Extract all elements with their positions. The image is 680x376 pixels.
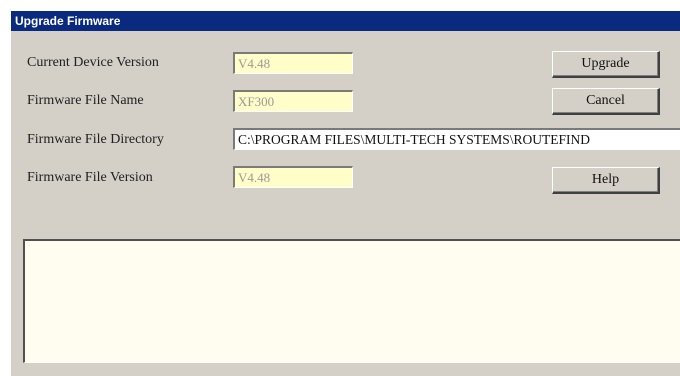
- status-log-box: [23, 239, 680, 363]
- firmware-file-directory-field[interactable]: C:\PROGRAM FILES\MULTI-TECH SYSTEMS\ROUT…: [233, 128, 680, 150]
- cancel-button[interactable]: Cancel: [552, 88, 660, 115]
- upgrade-button[interactable]: Upgrade: [552, 51, 660, 78]
- firmware-file-name-field: XF300: [233, 90, 353, 112]
- current-device-version-field: V4.48: [233, 52, 353, 74]
- help-button[interactable]: Help: [552, 167, 660, 194]
- upgrade-firmware-dialog: Upgrade Firmware Current Device Version …: [10, 10, 680, 376]
- firmware-file-version-field: V4.48: [233, 166, 353, 188]
- dialog-title: Upgrade Firmware: [11, 11, 680, 31]
- firmware-file-version-label: Firmware File Version: [27, 170, 153, 185]
- firmware-file-name-label: Firmware File Name: [27, 93, 144, 108]
- current-device-version-label: Current Device Version: [27, 55, 159, 70]
- firmware-file-directory-label: Firmware File Directory: [27, 132, 164, 147]
